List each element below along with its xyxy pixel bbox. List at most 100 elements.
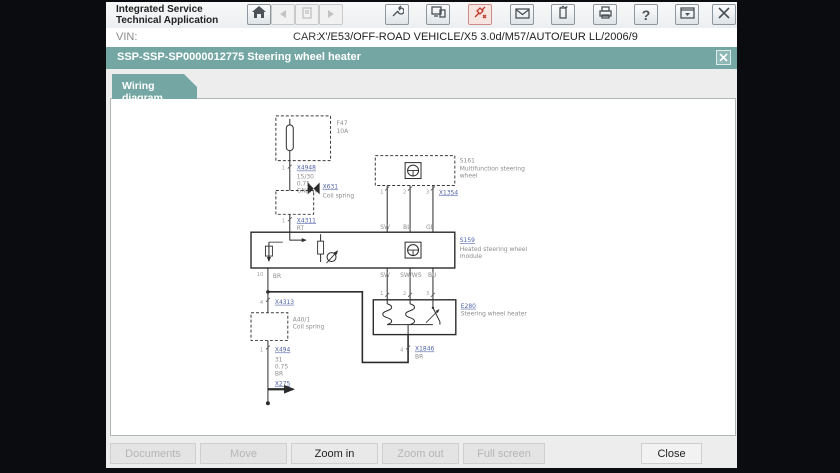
forward-button[interactable] [319, 4, 343, 25]
connector-link-x631[interactable]: X631 [323, 183, 339, 190]
heater-coil-symbol [405, 299, 416, 326]
connector-link-x1354[interactable]: X1354 [439, 189, 458, 196]
wire-label-br: BR [273, 273, 281, 280]
full-screen-button[interactable]: Full screen [463, 443, 545, 464]
pin-number: 3 [426, 291, 429, 297]
ground-point [265, 401, 270, 406]
connector-link-x4311[interactable]: X4311 [297, 217, 316, 224]
pin-number: 1 [282, 166, 285, 172]
relay-coil-symbol [317, 240, 325, 255]
forward-arrow-icon [326, 6, 336, 24]
car-label: CAR: [293, 31, 320, 43]
mfsw-name-2: wheel [460, 173, 478, 180]
wire-label: BU [428, 272, 436, 279]
wire-label: BL [403, 224, 411, 231]
control-module-name-1: Heated steering wheel [460, 246, 528, 253]
fuse-rating: 10A [337, 128, 350, 135]
exit-button[interactable] [712, 4, 736, 25]
pin-number: 4 [260, 300, 263, 306]
full-screen-label: Full screen [477, 447, 531, 460]
pin-number: 2 [403, 189, 406, 195]
vehicle-bar: VIN: CAR: X'/E53/OFF-ROAD VEHICLE/X5 3.0… [106, 28, 737, 47]
vin-label: VIN: [116, 31, 138, 43]
wire-label: 31 [275, 356, 283, 363]
plug-alert-icon [473, 5, 488, 24]
connector-link-x275[interactable]: X275 [275, 380, 291, 387]
connector-link-x4948[interactable]: X4948 [297, 165, 316, 172]
heater-name: Steering wheel heater [461, 311, 528, 318]
fuse-ref: F47 [337, 120, 348, 127]
move-button[interactable]: Move [200, 443, 287, 464]
action-bar: Documents Move Zoom in Zoom out Full scr… [106, 436, 737, 468]
zoom-in-label: Zoom in [314, 447, 355, 460]
coil-spring-box-2 [250, 312, 289, 342]
connector-link-x4313[interactable]: X4313 [275, 299, 294, 306]
pin-number: 1 [282, 218, 285, 224]
devices-button[interactable] [426, 4, 450, 25]
messages-button[interactable] [510, 4, 534, 25]
mfsw-name-1: Multifunction steering [460, 166, 525, 173]
car-value: X'/E53/OFF-ROAD VEHICLE/X5 3.0d/M57/AUTO… [318, 31, 638, 43]
mfsw-ref: S161 [460, 158, 475, 165]
connection-button[interactable] [468, 4, 492, 25]
coil-spring-2-code: A40/1 [293, 317, 311, 324]
wire-label: GE [426, 224, 435, 231]
wire-label: BR [275, 370, 283, 377]
heater-ref[interactable]: E280 [461, 303, 476, 310]
battery-button[interactable] [551, 4, 575, 25]
move-label: Move [230, 447, 257, 460]
wire-label: SW/WS [400, 272, 422, 279]
pin-number: 3 [426, 189, 429, 195]
coil-spring-2-label: Coil spring [293, 324, 325, 331]
tab-wiring-diagram[interactable]: Wiring diagram [112, 74, 197, 99]
history-button[interactable] [295, 4, 319, 25]
tab-strip: Wiring diagram [106, 69, 737, 98]
pin-number: 10 [257, 272, 263, 278]
fuse-box [275, 115, 332, 162]
app-title: Integrated Service Technical Application [116, 4, 218, 26]
home-button[interactable] [247, 4, 271, 25]
mail-icon [514, 6, 530, 24]
zoom-in-button[interactable]: Zoom in [291, 443, 378, 464]
page-icon [301, 6, 313, 24]
heater-coil-symbol [382, 299, 393, 326]
connector-link-x1846[interactable]: X1846 [415, 346, 434, 353]
close-button[interactable]: Close [641, 443, 702, 464]
toolbar: Integrated Service Technical Application [106, 2, 737, 29]
fuse-symbol [285, 124, 294, 152]
back-button[interactable] [271, 4, 295, 25]
wiring-diagram-panel: F47 10A 1 X4948 15/30 0.75 GN/SW X631 Co… [110, 98, 736, 436]
help-button[interactable]: ? [634, 4, 658, 25]
close-label: Close [657, 447, 686, 460]
ista-window: Integrated Service Technical Application [106, 2, 737, 468]
control-module-ref[interactable]: S159 [460, 237, 475, 244]
printer-icon [598, 5, 613, 24]
documents-button[interactable]: Documents [110, 443, 196, 464]
control-module-box [250, 231, 456, 269]
pin-number: 1 [260, 347, 263, 353]
wire-label-br2: BR [415, 353, 423, 360]
document-title: SSP-SSP-SP0000012775 Steering wheel heat… [117, 51, 361, 63]
app-title-line1: Integrated Service [116, 4, 203, 15]
connector-link-x494[interactable]: X494 [275, 346, 291, 353]
wire-label-rt: RT [297, 225, 305, 232]
document-close-button[interactable] [716, 50, 731, 65]
pin-number: 1 [380, 189, 383, 195]
pin-number: 1 [380, 291, 383, 297]
document-header: SSP-SSP-SP0000012775 Steering wheel heat… [106, 47, 737, 69]
pin-number: 4 [400, 347, 403, 353]
zoom-out-label: Zoom out [397, 447, 444, 460]
print-button[interactable] [593, 4, 617, 25]
wire-label: 15/30 [297, 174, 314, 181]
wire-label: SW [380, 224, 390, 231]
zoom-out-button[interactable]: Zoom out [382, 443, 459, 464]
workshop-button[interactable] [385, 4, 409, 25]
documents-label: Documents [125, 447, 181, 460]
back-arrow-icon [278, 6, 288, 24]
monitor-phone-icon [430, 5, 446, 24]
home-icon [251, 5, 267, 24]
wiring-diagram: F47 10A 1 X4948 15/30 0.75 GN/SW X631 Co… [250, 115, 528, 406]
window-arrow-icon [679, 6, 695, 24]
minimize-window-button[interactable] [675, 4, 699, 25]
wire-label: SW [380, 272, 390, 279]
